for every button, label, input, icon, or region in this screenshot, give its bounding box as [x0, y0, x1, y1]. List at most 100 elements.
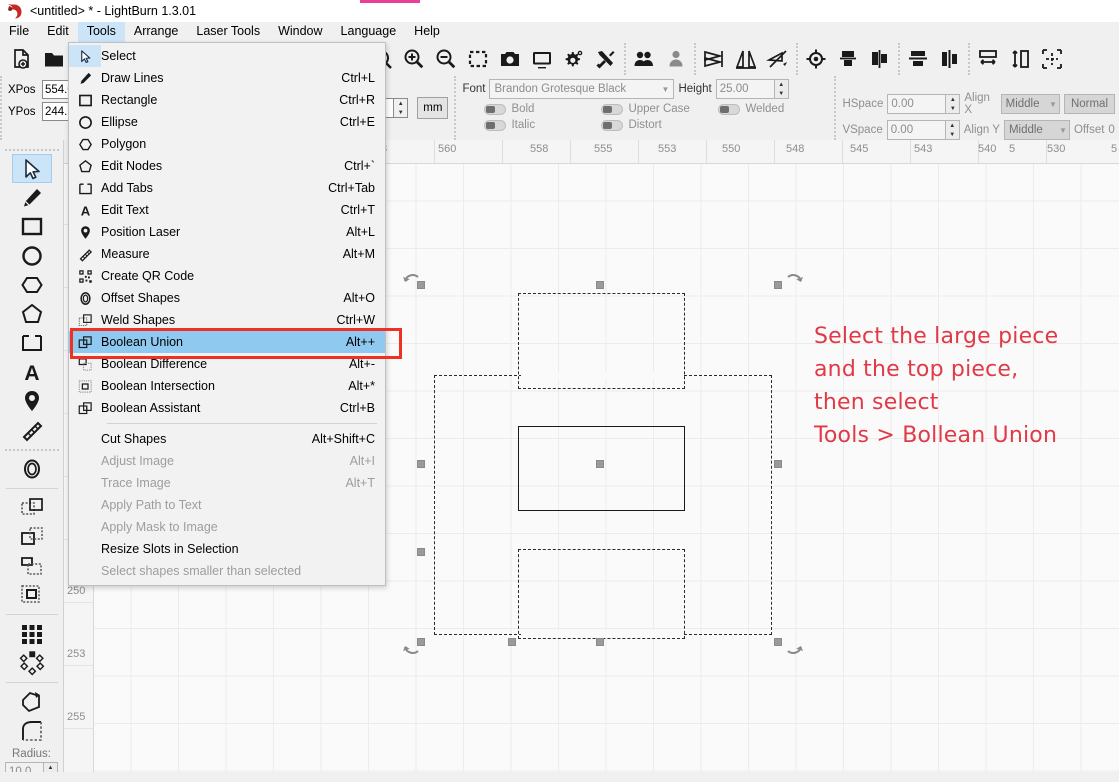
menu-help[interactable]: Help — [405, 22, 449, 42]
tool-edit-nodes[interactable] — [12, 299, 52, 328]
camera-icon[interactable] — [494, 44, 526, 74]
menu-item-polygon[interactable]: Polygon — [69, 133, 385, 155]
menu-item-select[interactable]: Select — [69, 45, 385, 67]
tool-edit-text[interactable]: A — [12, 357, 52, 386]
tool-rectangle[interactable] — [12, 212, 52, 241]
menu-item-boolean-assistant[interactable]: Boolean Assistant Ctrl+B — [69, 397, 385, 419]
tool-boolean-union[interactable] — [12, 522, 52, 551]
menu-file[interactable]: File — [0, 22, 38, 42]
tool-grid-array[interactable] — [12, 619, 52, 648]
zoom-in-icon[interactable] — [398, 44, 430, 74]
menu-edit[interactable]: Edit — [38, 22, 78, 42]
menu-item-measure[interactable]: Measure Alt+M — [69, 243, 385, 265]
menu-window[interactable]: Window — [269, 22, 331, 42]
distribute-horizontal-icon[interactable] — [972, 44, 1004, 74]
welded-toggle-cell[interactable]: Welded — [718, 103, 830, 115]
toolbar-group-mirror — [694, 43, 796, 75]
height-input[interactable] — [715, 79, 774, 99]
menu-item-create-qr-code[interactable]: Create QR Code — [69, 265, 385, 287]
distort-toggle[interactable] — [601, 119, 624, 131]
tool-add-tabs[interactable] — [12, 328, 52, 357]
tool-ellipse[interactable] — [12, 241, 52, 270]
align-horizontal-icon[interactable] — [864, 44, 896, 74]
menu-item-resize-slots-in-selection[interactable]: Resize Slots in Selection — [69, 538, 385, 560]
tool-measure[interactable] — [12, 415, 52, 444]
align-columns-icon[interactable] — [934, 44, 966, 74]
menu-item-edit-text[interactable]: A Edit Text Ctrl+T — [69, 199, 385, 221]
font-select[interactable]: Brandon Grotesque Black ▼ — [489, 79, 675, 99]
tool-polygon[interactable] — [12, 270, 52, 299]
open-folder-icon[interactable] — [38, 44, 70, 74]
menu-item-boolean-intersection[interactable]: Boolean Intersection Alt+* — [69, 375, 385, 397]
bold-toggle-cell[interactable]: Bold — [484, 103, 596, 115]
tools-wrench-icon[interactable] — [590, 44, 622, 74]
palette-divider-3 — [5, 488, 58, 490]
menu-item-rectangle[interactable]: Rectangle Ctrl+R — [69, 89, 385, 111]
tool-select[interactable] — [11, 154, 52, 184]
vspace-stepper[interactable]: ▲ ▼ — [944, 120, 960, 140]
tools-dropdown-menu[interactable]: Select Draw Lines Ctrl+L Rectangle Ctrl+… — [68, 42, 386, 586]
bold-label: Bold — [511, 103, 535, 115]
hspace-input[interactable] — [887, 94, 946, 114]
align-rows-icon[interactable] — [902, 44, 934, 74]
tool-fillet-radius[interactable] — [12, 716, 52, 745]
tool-position-laser[interactable] — [12, 386, 52, 415]
align-vertical-icon[interactable] — [832, 44, 864, 74]
menu-item-position-laser[interactable]: Position Laser Alt+L — [69, 221, 385, 243]
menu-laser-tools[interactable]: Laser Tools — [187, 22, 269, 42]
boolean-difference-icon — [69, 353, 101, 375]
tool-offset-shapes[interactable] — [12, 454, 52, 483]
tool-boolean-difference[interactable] — [12, 551, 52, 580]
normal-button[interactable]: Normal — [1063, 94, 1115, 114]
new-file-icon[interactable] — [6, 44, 38, 74]
menu-item-draw-lines[interactable]: Draw Lines Ctrl+L — [69, 67, 385, 89]
rotate-handle-top-right — [784, 272, 804, 292]
welded-toggle[interactable] — [718, 103, 741, 115]
menu-item-label: Select — [101, 49, 136, 63]
tool-boolean-intersection[interactable] — [12, 580, 52, 609]
menu-arrange[interactable]: Arrange — [125, 22, 187, 42]
height-stepper[interactable]: ▲ ▼ — [773, 79, 789, 99]
outline-join-mask-bottom — [521, 630, 682, 638]
settings-gear-icon[interactable] — [558, 44, 590, 74]
menu-item-cut-shapes[interactable]: Cut Shapes Alt+Shift+C — [69, 428, 385, 450]
vspace-label: VSpace — [842, 124, 883, 136]
monitor-icon[interactable] — [526, 44, 558, 74]
tool-draw-lines[interactable] — [12, 183, 52, 212]
distribute-vertical-icon[interactable] — [1004, 44, 1036, 74]
tool-close-path[interactable] — [12, 687, 52, 716]
flip-vertical-icon[interactable] — [730, 44, 762, 74]
hspace-stepper[interactable]: ▲ ▼ — [945, 94, 961, 114]
menu-tools[interactable]: Tools — [77, 22, 125, 42]
group-icon[interactable] — [628, 44, 660, 74]
ungroup-icon[interactable] — [660, 44, 692, 74]
align-y-select[interactable]: Middle ▼ — [1003, 120, 1070, 140]
tool-circular-array[interactable] — [12, 648, 52, 677]
upper-case-toggle[interactable] — [601, 103, 624, 115]
zoom-selection-icon[interactable] — [462, 44, 494, 74]
align-center-target-icon[interactable] — [800, 44, 832, 74]
menu-item-weld-shapes[interactable]: Weld Shapes Ctrl+W — [69, 309, 385, 331]
flip-horizontal-icon[interactable] — [698, 44, 730, 74]
upper-case-toggle-cell[interactable]: Upper Case — [601, 103, 713, 115]
tool-weld-shapes[interactable] — [12, 493, 52, 522]
menu-item-edit-nodes[interactable]: Edit Nodes Ctrl+` — [69, 155, 385, 177]
align-x-select[interactable]: Middle ▼ — [1000, 94, 1060, 114]
menu-language[interactable]: Language — [332, 22, 406, 42]
selection-handle-middle-left — [417, 460, 425, 468]
vspace-input[interactable] — [886, 120, 945, 140]
menu-item-boolean-difference[interactable]: Boolean Difference Alt+- — [69, 353, 385, 375]
distort-toggle-cell[interactable]: Distort — [601, 119, 713, 131]
rotate-icon[interactable] — [762, 44, 794, 74]
units-button[interactable]: mm — [417, 97, 449, 119]
zoom-out-icon[interactable] — [430, 44, 462, 74]
rotate-stepper[interactable]: ▲ ▼ — [393, 98, 409, 118]
bold-toggle[interactable] — [484, 103, 507, 115]
menu-item-add-tabs[interactable]: Add Tabs Ctrl+Tab — [69, 177, 385, 199]
center-crosshair-icon[interactable] — [1036, 44, 1068, 74]
menu-item-offset-shapes[interactable]: Offset Shapes Alt+O — [69, 287, 385, 309]
menu-item-ellipse[interactable]: Ellipse Ctrl+E — [69, 111, 385, 133]
menu-item-boolean-union[interactable]: Boolean Union Alt++ — [69, 331, 385, 353]
italic-toggle[interactable] — [484, 119, 507, 131]
italic-toggle-cell[interactable]: Italic — [484, 119, 596, 131]
